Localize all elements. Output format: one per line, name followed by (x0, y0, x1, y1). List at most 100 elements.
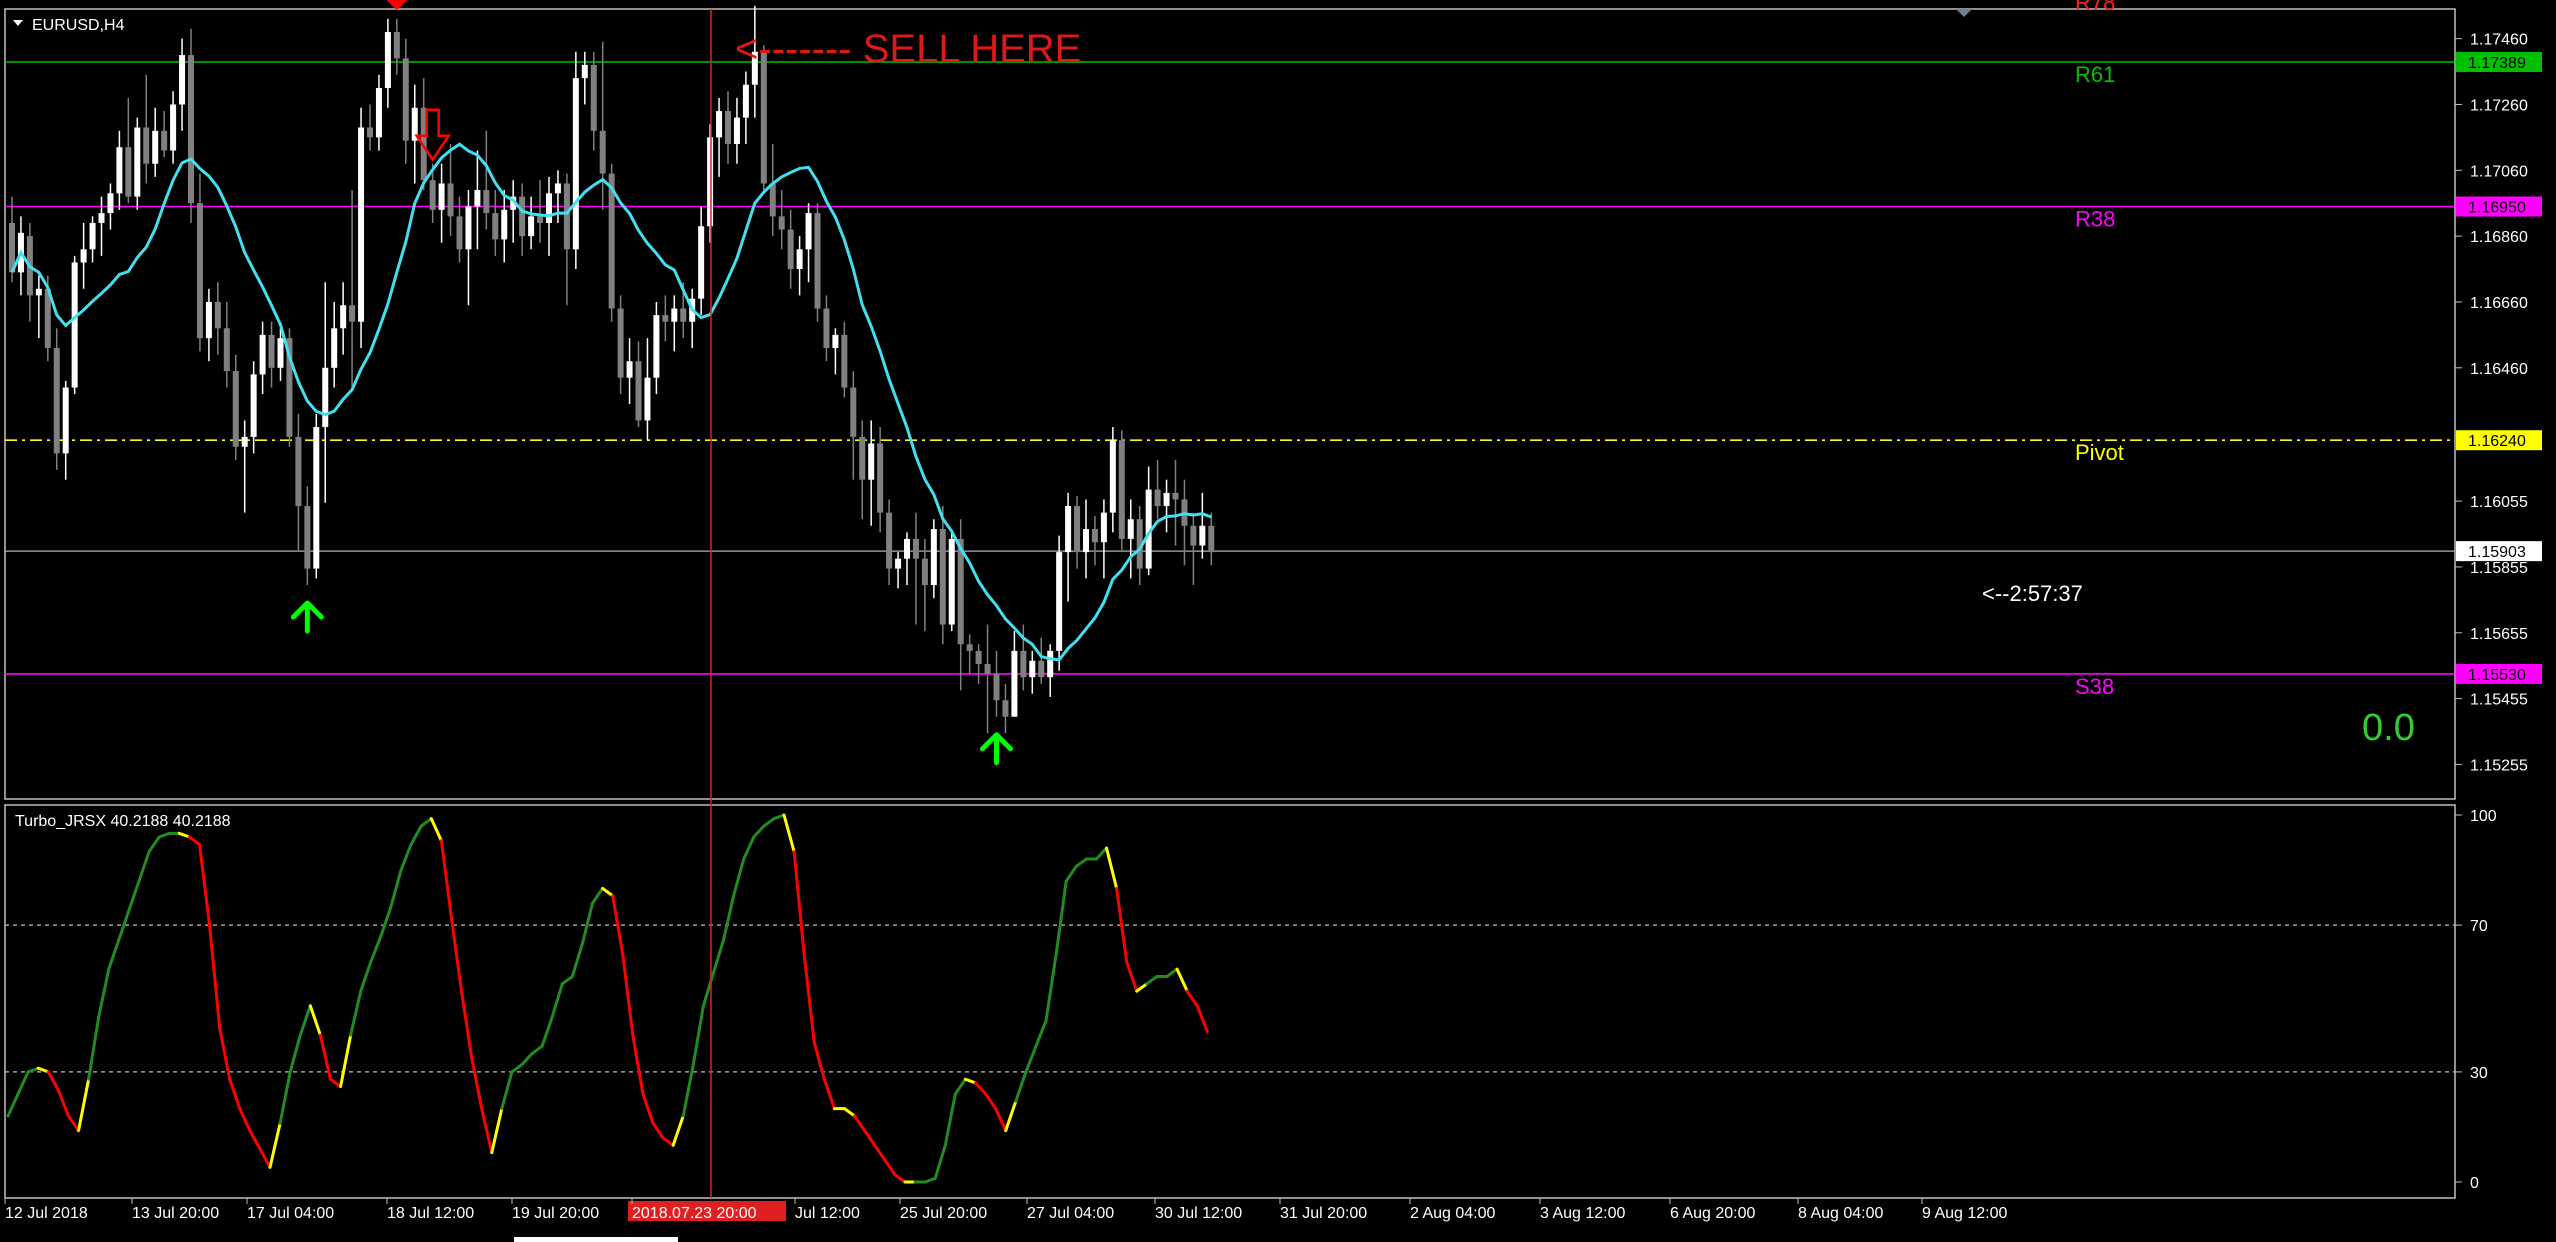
time-tick-label: 6 Aug 20:00 (1670, 1205, 1756, 1222)
horizontal-scrollbar[interactable] (514, 1237, 678, 1242)
candle-body (80, 249, 87, 263)
candle-body (161, 130, 168, 151)
candle-body (402, 58, 409, 141)
candle-body (1002, 700, 1009, 717)
candle-body (984, 664, 991, 674)
candle-body (295, 436, 302, 507)
candle-body (850, 387, 857, 437)
candle-body (340, 305, 347, 329)
zero-value-display: 0.0 (2362, 707, 2415, 749)
candle-body (796, 249, 803, 270)
candle-body (841, 334, 848, 388)
candle-body (1100, 512, 1107, 543)
time-tick-label: 27 Jul 04:00 (1027, 1205, 1114, 1222)
bar-countdown: <--2:57:37 (1982, 581, 2083, 606)
candle-body (653, 315, 660, 378)
time-tick-label: 19 Jul 20:00 (512, 1205, 599, 1222)
candle-body (62, 387, 69, 454)
candle-body (501, 209, 508, 240)
candle-body (205, 301, 212, 339)
candle-body (716, 111, 723, 138)
time-tick-label: 12 Jul 2018 (5, 1205, 88, 1222)
candle-body (1074, 506, 1081, 553)
candle-body (886, 512, 893, 569)
price-tick-label: 1.15655 (2470, 626, 2528, 643)
candle-body (823, 308, 830, 349)
candle-body (152, 130, 159, 164)
candle-body (1083, 529, 1089, 553)
candle-body (429, 180, 436, 210)
candle-body (179, 55, 186, 105)
candle-body (644, 377, 651, 421)
candle-body (214, 301, 221, 329)
price-tick-label: 1.15255 (2470, 757, 2528, 774)
r78-partial-label: R78 (2075, 0, 2115, 15)
level-label-r38: R38 (2075, 207, 2115, 232)
candle-body (358, 127, 365, 322)
candle-body (367, 127, 373, 138)
level-label-r61: R61 (2075, 62, 2115, 87)
time-tick-label: 2018.07.23 20:00 (632, 1205, 757, 1222)
time-tick-label: 31 Jul 20:00 (1280, 1205, 1367, 1222)
candle-body (35, 288, 42, 296)
candle-body (975, 650, 982, 665)
candle-body (1047, 650, 1054, 678)
time-tick-label: 2 Aug 04:00 (1410, 1205, 1496, 1222)
candle-body (930, 529, 937, 586)
candle-body (438, 183, 445, 210)
level-label-s38: S38 (2075, 674, 2114, 699)
candle-body (1056, 552, 1063, 651)
candle-body (313, 427, 320, 569)
current-price-label: 1.15903 (2468, 544, 2526, 561)
candle-body (921, 558, 928, 586)
candle-body (1127, 519, 1134, 539)
candle-body (98, 213, 105, 223)
candle-body (188, 55, 194, 204)
candle-body (814, 213, 821, 309)
time-tick-label: 18 Jul 12:00 (387, 1205, 474, 1222)
candle-body (537, 216, 544, 223)
candle-body (349, 305, 356, 322)
trading-chart[interactable]: 1.17460 1.17260 1.17060 1.16860 1.16660 1.164… (0, 0, 2556, 1242)
candle-body (1199, 525, 1206, 546)
time-tick-label: Jul 12:00 (795, 1205, 860, 1222)
candle-body (546, 193, 552, 223)
candle-body (805, 213, 812, 250)
candle-body (912, 538, 919, 559)
rsx-tick-label: 0 (2470, 1175, 2479, 1192)
candle-body (948, 538, 955, 625)
candle-body (277, 338, 284, 368)
time-tick-label: 17 Jul 04:00 (247, 1205, 334, 1222)
candle-body (304, 506, 311, 569)
candle-body (554, 183, 561, 194)
candle-body (143, 127, 150, 164)
candle-body (778, 216, 785, 230)
candle-body (1118, 440, 1125, 539)
time-tick-label: 30 Jul 12:00 (1155, 1205, 1242, 1222)
candle-body (53, 348, 60, 454)
price-tick-label: 1.17260 (2470, 97, 2528, 114)
chart-background (0, 0, 2556, 1242)
symbol-title: EURUSD,H4 (32, 17, 125, 34)
candle-body (331, 328, 338, 368)
candle-body (769, 183, 776, 217)
candle-body (733, 117, 740, 144)
candle-body (787, 229, 794, 270)
candle-body (519, 196, 526, 237)
candle-body (1065, 506, 1072, 553)
candle-body (375, 88, 382, 138)
candle-body (698, 226, 705, 299)
candle-body (483, 190, 490, 214)
price-tick-label: 1.16055 (2470, 494, 2528, 511)
price-tick-label: 1.15455 (2470, 692, 2528, 709)
level-price-label: 1.16240 (2468, 433, 2526, 450)
candle-body (1163, 492, 1170, 507)
candle-body (465, 206, 472, 250)
price-tick-label: 1.17460 (2470, 32, 2528, 49)
candle-body (1020, 650, 1027, 678)
candle-body (232, 371, 239, 447)
candle-body (671, 308, 678, 322)
candle-body (89, 222, 96, 250)
candle-body (259, 334, 266, 375)
candle-body (1038, 660, 1045, 678)
